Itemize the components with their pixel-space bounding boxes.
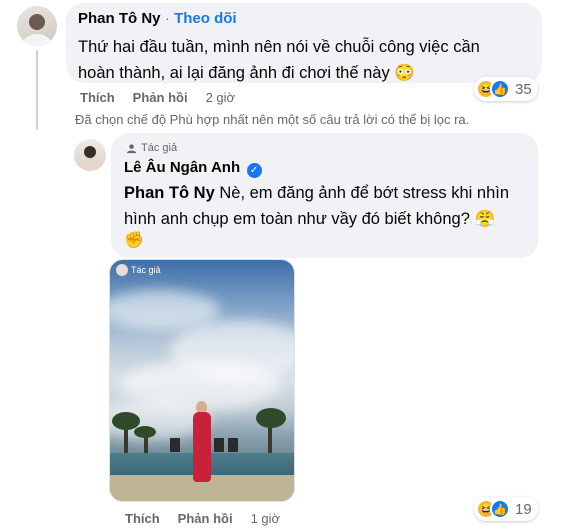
mini-avatar-icon [116, 264, 128, 276]
comment-author[interactable]: Phan Tô Ny [78, 10, 161, 27]
person-avatar-icon [22, 14, 52, 46]
comment-bubble: Phan Tô Ny · Theo dõi Thứ hai đầu tuần, … [66, 3, 542, 83]
reply-button[interactable]: Phản hồi [178, 511, 233, 526]
separator-dot: · [164, 10, 170, 26]
photo-tag-label: Tác giả [131, 265, 161, 275]
reaction-count: 19 [515, 500, 532, 518]
comment-timestamp[interactable]: 2 giờ [206, 90, 236, 105]
avatar[interactable] [17, 6, 57, 46]
photo-tag: Tác giả [116, 264, 161, 276]
reactions-summary[interactable]: 😆 👍 35 [474, 77, 538, 101]
comment-actions: Thích Phản hồi 2 giờ [80, 90, 235, 105]
comment-text-line: Thứ hai đầu tuần, mình nên nói về chuỗi … [78, 38, 480, 56]
reply-text-line: Phan Tô Ny Nè, em đăng ảnh để bớt stress… [124, 180, 509, 206]
reply-author[interactable]: Lê Âu Ngân Anh [124, 159, 240, 176]
avatar[interactable] [74, 139, 106, 171]
reaction-count: 35 [515, 80, 532, 98]
person-dress [193, 412, 211, 482]
reply-text-line: hình anh chụp em toàn như vầy đó biết kh… [124, 210, 496, 228]
comment-text-line: hoàn thành, ai lại đăng ảnh đi chơi thế … [78, 64, 415, 82]
like-icon: 👍 [490, 499, 510, 519]
reactions-summary[interactable]: 😆 👍 19 [474, 497, 538, 521]
author-badge: Tác giả [126, 142, 177, 154]
follow-button[interactable]: Theo dõi [174, 10, 237, 27]
author-badge-icon [126, 143, 137, 153]
reply-timestamp[interactable]: 1 giờ [251, 511, 281, 526]
thread-connector-line [36, 50, 38, 130]
verified-icon: ✓ [246, 163, 262, 178]
reply-actions: Thích Phản hồi 1 giờ [125, 511, 280, 526]
reply-button[interactable]: Phản hồi [133, 90, 188, 105]
like-button[interactable]: Thích [80, 90, 115, 105]
fist-emoji: ✊ [124, 232, 144, 249]
like-icon: 👍 [490, 79, 510, 99]
photo-attachment[interactable]: Tác giả [109, 259, 295, 502]
mention-link[interactable]: Phan Tô Ny [124, 184, 215, 202]
reply-text: Nè, em đăng ảnh để bớt stress khi nhìn [214, 184, 510, 202]
like-button[interactable]: Thích [125, 511, 160, 526]
author-badge-label: Tác giả [141, 142, 178, 154]
filter-notice: Đã chọn chế độ Phù hợp nhất nên một số c… [75, 112, 470, 127]
person-avatar-icon [79, 146, 101, 171]
